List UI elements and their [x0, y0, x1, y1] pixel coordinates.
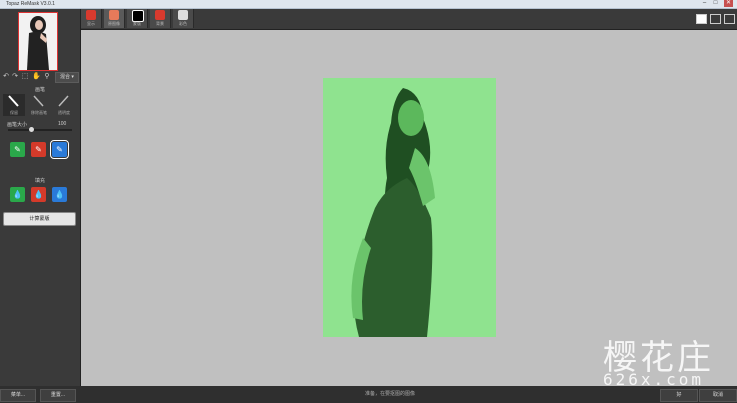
- remove-brush-button[interactable]: 移除画笔: [28, 94, 50, 116]
- cancel-button[interactable]: 取消: [699, 389, 737, 402]
- pen-remove-icon: ✎: [35, 145, 42, 154]
- tab-original-label: 原图像: [108, 21, 120, 26]
- keep-brush-icon: [8, 95, 19, 107]
- tab-original[interactable]: 原图像: [104, 9, 125, 28]
- pen-compute-icon: ✎: [56, 145, 63, 154]
- tab-background-label: 背景: [156, 21, 164, 26]
- status-text: 准备，在要抠图的图像: [364, 391, 415, 397]
- ok-button[interactable]: 好: [660, 389, 698, 402]
- zoom-icon[interactable]: ⚲: [43, 73, 51, 81]
- tab-mask-label: 蒙版: [133, 21, 141, 26]
- remove-pen-button[interactable]: ✎: [31, 142, 46, 157]
- brush-section-title: 画笔: [34, 87, 45, 93]
- mode-select-value: 混合: [60, 74, 71, 80]
- undo-icon[interactable]: ↶: [2, 73, 10, 81]
- reset-button[interactable]: 重置...: [40, 389, 76, 402]
- bottom-bar: 菜单... 重置... 准备，在要抠图的图像 好 取消: [0, 386, 737, 403]
- tab-display-label: 显示: [87, 21, 95, 26]
- hand-icon[interactable]: ✋: [32, 73, 41, 81]
- menu-button[interactable]: 菜单...: [0, 389, 36, 402]
- compute-fill-button[interactable]: 💧: [52, 187, 67, 202]
- tab-color[interactable]: 彩色: [173, 9, 194, 28]
- top-toolbar: 显示 原图像 蒙版 背景 彩色: [81, 9, 737, 30]
- remove-brush-label: 移除画笔: [31, 110, 47, 115]
- tab-background[interactable]: 背景: [150, 9, 171, 28]
- apple-icon: [86, 10, 96, 20]
- split-view-icon[interactable]: [710, 14, 721, 24]
- compute-mask-button[interactable]: 计算蒙版: [3, 212, 76, 226]
- keep-brush-label: 保留: [10, 110, 18, 115]
- select-icon[interactable]: ⬚: [21, 73, 29, 81]
- fill-remove-icon: 💧: [33, 190, 44, 199]
- title-bar: Topaz ReMask V3.0.1 – □ ✕: [0, 0, 737, 9]
- fill-compute-icon: 💧: [54, 190, 65, 199]
- pen-keep-icon: ✎: [14, 145, 21, 154]
- woman-photo: [323, 78, 496, 337]
- mode-select[interactable]: 混合 ▾: [55, 72, 79, 83]
- transparency-brush-label: 透明度: [58, 110, 70, 115]
- keep-brush-button[interactable]: 保留: [3, 94, 25, 116]
- brush-size-value: 100: [58, 121, 67, 127]
- brush-size-slider-knob[interactable]: [29, 127, 34, 132]
- canvas-image[interactable]: [323, 78, 496, 337]
- remove-brush-icon: [33, 95, 44, 107]
- image-thumbnail[interactable]: [18, 12, 58, 71]
- fill-keep-icon: 💧: [12, 190, 23, 199]
- left-panel: ↶ ↷ ⬚ ✋ ⚲ 混合 ▾ 画笔 保留 移除画笔 透明度 画笔大小 100 ✎…: [0, 9, 81, 386]
- side-by-side-view-icon[interactable]: [724, 14, 735, 24]
- brush-size-slider[interactable]: [8, 127, 72, 132]
- maximize-button[interactable]: □: [711, 0, 720, 7]
- redo-icon[interactable]: ↷: [11, 73, 19, 81]
- fill-section-title: 填充: [34, 178, 45, 184]
- photo-icon: [109, 10, 119, 20]
- keep-pen-button[interactable]: ✎: [10, 142, 25, 157]
- tab-display[interactable]: 显示: [81, 9, 102, 28]
- tab-color-label: 彩色: [179, 21, 187, 26]
- apple-background-icon: [155, 10, 165, 20]
- single-view-icon[interactable]: [696, 14, 707, 24]
- minimize-button[interactable]: –: [700, 0, 709, 7]
- transparency-brush-icon: [58, 95, 69, 107]
- remove-fill-button[interactable]: 💧: [31, 187, 46, 202]
- transparency-brush-button[interactable]: 透明度: [53, 94, 75, 116]
- compute-pen-button[interactable]: ✎: [50, 140, 69, 159]
- color-swatch-icon: [178, 10, 188, 20]
- close-button[interactable]: ✕: [724, 0, 733, 7]
- window-title: Topaz ReMask V3.0.1: [6, 1, 55, 7]
- keep-fill-button[interactable]: 💧: [10, 187, 25, 202]
- brush-size-label: 画笔大小: [7, 122, 28, 128]
- tab-mask[interactable]: 蒙版: [127, 9, 148, 28]
